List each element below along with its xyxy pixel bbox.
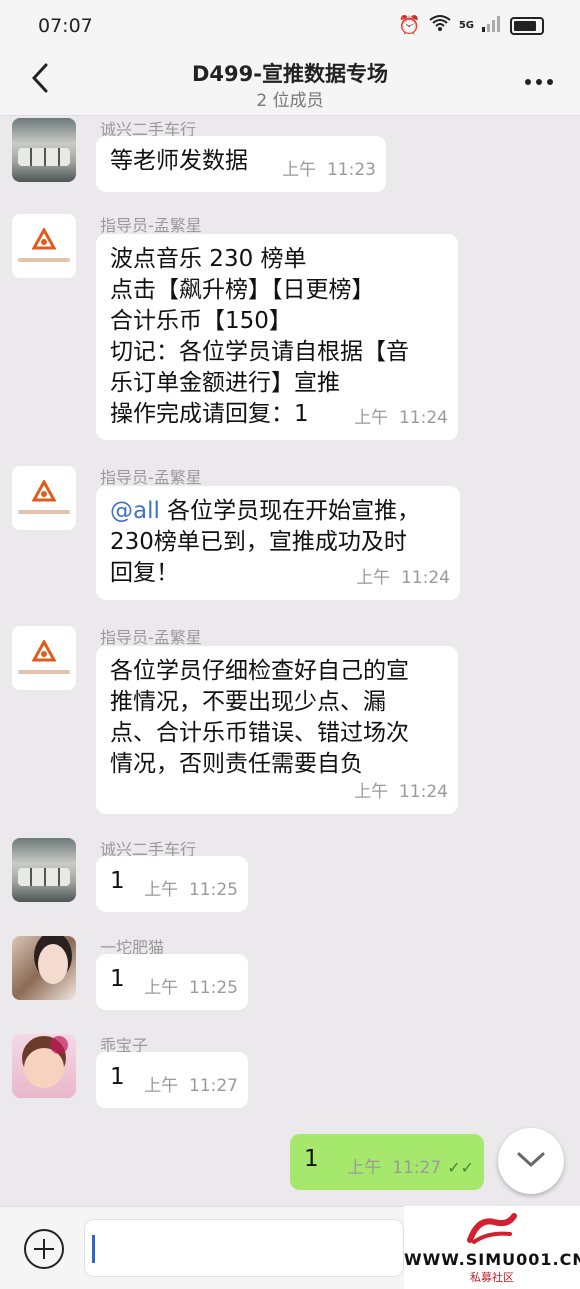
chevron-down-icon <box>517 1152 545 1168</box>
message-time: 上午 11:24 <box>354 408 448 428</box>
sender-name: 指导员-孟繁星 <box>100 628 202 647</box>
plus-circle-icon <box>24 1229 64 1269</box>
message-bubble[interactable]: 1 上午 11:25 <box>96 954 248 1010</box>
status-icons: ⏰ 5G <box>398 14 544 37</box>
read-receipt-icon: ✓✓ <box>447 1158 474 1177</box>
logo-icon <box>32 228 56 250</box>
wifi-icon <box>429 14 451 37</box>
avatar[interactable] <box>12 214 76 278</box>
mention-all[interactable]: @all <box>110 498 160 524</box>
battery-icon <box>510 16 544 35</box>
avatar[interactable] <box>12 1034 76 1098</box>
logo-icon <box>32 640 56 662</box>
logo-icon <box>32 480 56 502</box>
chat-header: D499-宣推数据专场 2 位成员 <box>0 52 580 116</box>
message-text: 各位学员仔细检查好自己的宣 <box>110 658 409 684</box>
message-time: 上午 11:23 <box>282 160 376 180</box>
member-count[interactable]: 2 位成员 <box>0 86 580 111</box>
message-time: 上午 11:24 <box>356 568 450 588</box>
chat-title: D499-宣推数据专场 <box>192 62 388 86</box>
message-text: 点击【飙升榜】【日更榜】 <box>110 277 375 303</box>
self-message-bubble[interactable]: 1 上午 11:27 ✓✓ <box>290 1134 484 1190</box>
message-text: 230榜单已到，宣推成功及时 <box>110 529 407 555</box>
message-text: 乐订单金额进行】宣推 <box>110 370 340 396</box>
message-text: 情况，否则责任需要自负 <box>110 751 363 777</box>
message-bubble[interactable]: 1 上午 11:25 <box>96 856 248 912</box>
message-text: 波点音乐 230 榜单 <box>110 246 307 272</box>
message-text-line: @all 各位学员现在开始宣推， <box>110 496 446 527</box>
message-time: 上午 11:27 <box>347 1158 442 1178</box>
message-time: 上午 11:27 <box>144 1076 238 1096</box>
scroll-to-bottom-button[interactable] <box>498 1128 564 1194</box>
status-bar: 07:07 ⏰ 5G <box>0 0 580 52</box>
sender-name: 指导员-孟繁星 <box>100 216 202 235</box>
message-bubble[interactable]: 等老师发数据 上午 11:23 <box>96 136 386 192</box>
more-options-button[interactable] <box>524 58 554 96</box>
message-bubble[interactable]: 波点音乐 230 榜单 点击【飙升榜】【日更榜】 合计乐币【150】 切记：各位… <box>96 234 458 440</box>
message-input[interactable] <box>84 1219 404 1277</box>
message-bubble[interactable]: 各位学员仔细检查好自己的宣 推情况，不要出现少点、漏 点、合计乐币错误、错过场次… <box>96 646 458 814</box>
message-text: 点、合计乐币错误、错过场次 <box>110 720 409 746</box>
alarm-icon: ⏰ <box>398 15 421 36</box>
message-text: 切记：各位学员请自根据【音 <box>110 339 409 365</box>
logo-caption <box>18 258 70 262</box>
avatar[interactable] <box>12 936 76 1000</box>
text-cursor <box>92 1235 95 1263</box>
watermark: WWW.SIMU001.CN 私募社区 <box>404 1206 580 1289</box>
message-text: 推情况，不要出现少点、漏 <box>110 689 386 715</box>
avatar[interactable] <box>12 118 76 182</box>
message-list[interactable]: 诚兴二手车行 等老师发数据 上午 11:23 指导员-孟繁星 波点音乐 230 … <box>0 116 580 1206</box>
message-bubble[interactable]: 1 上午 11:27 <box>96 1052 248 1108</box>
watermark-subtext: 私募社区 <box>470 1271 514 1284</box>
logo-caption <box>18 510 70 514</box>
avatar[interactable] <box>12 466 76 530</box>
sender-name: 指导员-孟繁星 <box>100 468 202 487</box>
watermark-text: WWW.SIMU001.CN <box>404 1250 580 1269</box>
logo-caption <box>18 670 70 674</box>
message-time: 上午 11:24 <box>354 782 448 802</box>
signal-bars-icon <box>482 14 502 37</box>
avatar[interactable] <box>12 838 76 902</box>
avatar[interactable] <box>12 626 76 690</box>
message-bubble[interactable]: @all 各位学员现在开始宣推， 230榜单已到，宣推成功及时 回复！ 上午 1… <box>96 486 460 600</box>
message-time: 上午 11:25 <box>144 978 238 998</box>
message-text: 各位学员现在开始宣推， <box>159 498 421 524</box>
status-time: 07:07 <box>38 15 93 37</box>
message-time: 上午 11:25 <box>144 880 238 900</box>
more-dots-icon <box>525 79 553 85</box>
attach-button[interactable] <box>22 1227 66 1271</box>
5g-signal-icon: 5G <box>458 20 474 31</box>
message-text: 合计乐币【150】 <box>110 308 292 334</box>
message-time-status: 上午 11:27 ✓✓ <box>347 1152 474 1184</box>
simu-logo-icon <box>467 1213 517 1244</box>
